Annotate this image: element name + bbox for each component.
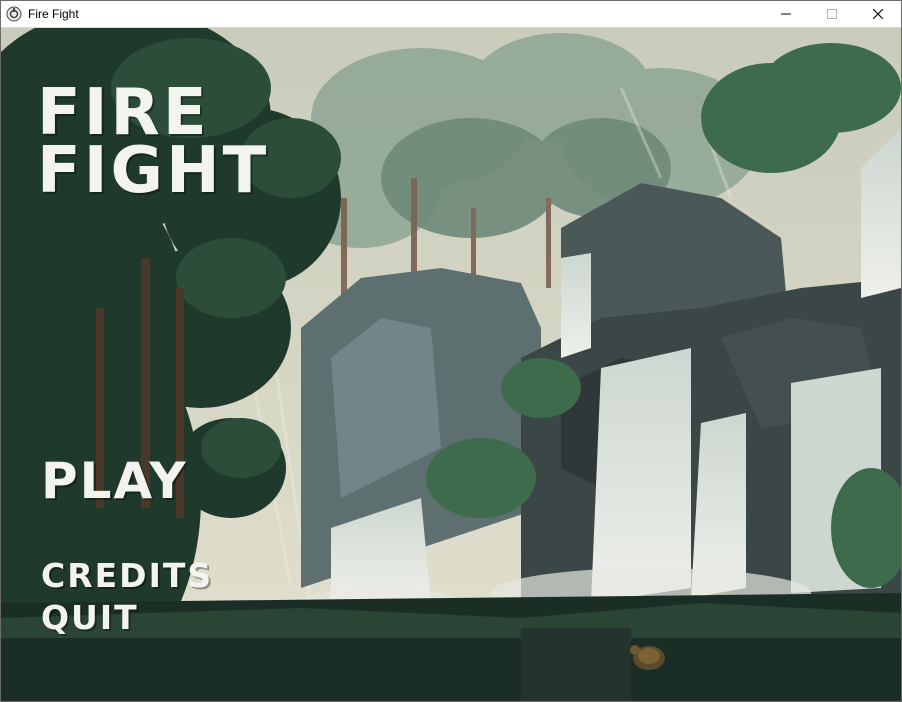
game-title-line2: FIGHT [37, 134, 270, 208]
app-icon [6, 6, 22, 22]
close-icon [873, 9, 883, 19]
window-title: Fire Fight [28, 7, 79, 21]
game-window: Fire Fight FIRE FIGHT PLAY CREDITS QUIT [0, 0, 902, 702]
maximize-icon [827, 9, 837, 19]
quit-button[interactable]: QUIT [41, 598, 139, 637]
window-controls [763, 1, 901, 27]
minimize-icon [781, 13, 791, 15]
title-bar[interactable]: Fire Fight [1, 1, 901, 28]
game-title: FIRE FIGHT [37, 81, 270, 208]
play-button[interactable]: PLAY [41, 452, 188, 510]
maximize-button[interactable] [809, 1, 855, 27]
game-viewport[interactable]: FIRE FIGHT PLAY CREDITS QUIT [1, 28, 901, 701]
credits-button[interactable]: CREDITS [41, 556, 213, 595]
close-button[interactable] [855, 1, 901, 27]
minimize-button[interactable] [763, 1, 809, 27]
